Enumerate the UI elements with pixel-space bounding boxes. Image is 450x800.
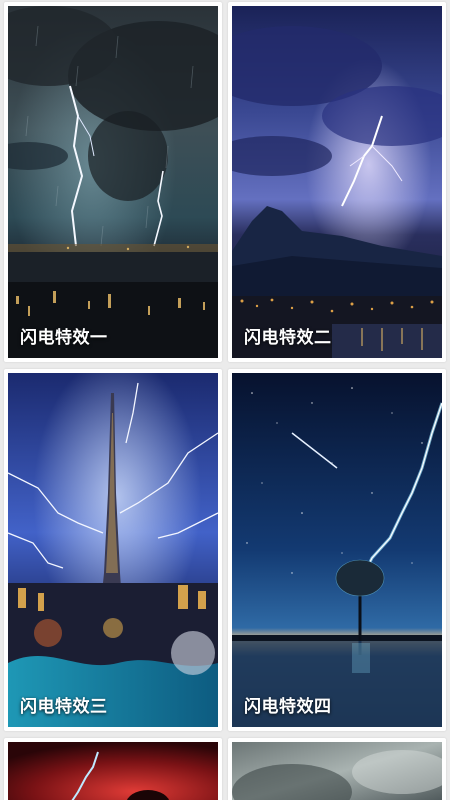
wallpaper-title-3: 闪电特效三 (20, 697, 108, 717)
wallpaper-card-1[interactable]: 闪电特效一 (4, 2, 222, 362)
wallpaper-title-2: 闪电特效二 (244, 328, 332, 348)
wallpaper-thumbnail-4: 闪电特效四 (232, 373, 442, 727)
wallpaper-card-3[interactable]: 闪电特效三 (4, 369, 222, 731)
wallpaper-card-5[interactable] (4, 738, 222, 800)
wallpaper-thumbnail-2: 闪电特效二 (232, 6, 442, 358)
wallpaper-grid: 闪电特效一 闪电特效二 闪电特效三 闪电特效四 (0, 0, 450, 800)
wallpaper-thumbnail-5 (8, 742, 218, 800)
wallpaper-thumbnail-1: 闪电特效一 (8, 6, 218, 358)
wallpaper-thumbnail-6 (232, 742, 442, 800)
wallpaper-title-1: 闪电特效一 (20, 328, 108, 348)
wallpaper-card-4[interactable]: 闪电特效四 (228, 369, 446, 731)
wallpaper-card-2[interactable]: 闪电特效二 (228, 2, 446, 362)
wallpaper-title-4: 闪电特效四 (244, 697, 332, 717)
wallpaper-card-6[interactable] (228, 738, 446, 800)
wallpaper-thumbnail-3: 闪电特效三 (8, 373, 218, 727)
